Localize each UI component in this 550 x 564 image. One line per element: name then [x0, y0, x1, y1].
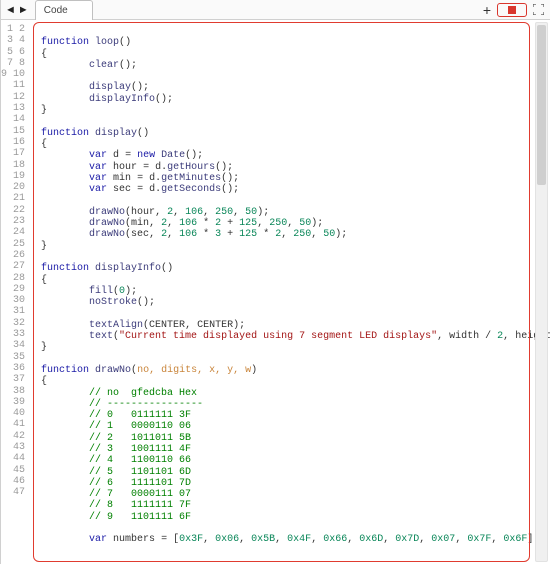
- add-tab-button[interactable]: +: [483, 3, 491, 17]
- tab-code[interactable]: Code: [35, 0, 93, 20]
- code-content: function loop() { clear(); display(); di…: [35, 23, 546, 546]
- nav-arrows: ◄ ►: [1, 4, 33, 16]
- scrollbar-thumb[interactable]: [537, 25, 546, 185]
- nav-forward-button[interactable]: ►: [18, 4, 29, 16]
- line-number-gutter: 1 2 3 4 5 6 7 8 9 10 11 12 13 14 15 16 1…: [1, 20, 31, 564]
- topbar: ◄ ► Code +: [1, 0, 550, 20]
- fullscreen-button[interactable]: [533, 4, 544, 15]
- vertical-scrollbar[interactable]: [535, 22, 548, 562]
- tab-label: Code: [44, 5, 68, 16]
- stop-button[interactable]: [497, 3, 527, 17]
- stop-icon: [508, 6, 516, 14]
- topbar-actions: +: [483, 3, 550, 17]
- editor-body: 1 2 3 4 5 6 7 8 9 10 11 12 13 14 15 16 1…: [1, 20, 550, 564]
- fullscreen-icon: [533, 4, 544, 15]
- editor-root: ◄ ► Code + 1 2 3 4 5 6 7 8 9 10 11 12 13…: [0, 0, 550, 564]
- nav-back-button[interactable]: ◄: [5, 4, 16, 16]
- code-area[interactable]: function loop() { clear(); display(); di…: [31, 20, 550, 564]
